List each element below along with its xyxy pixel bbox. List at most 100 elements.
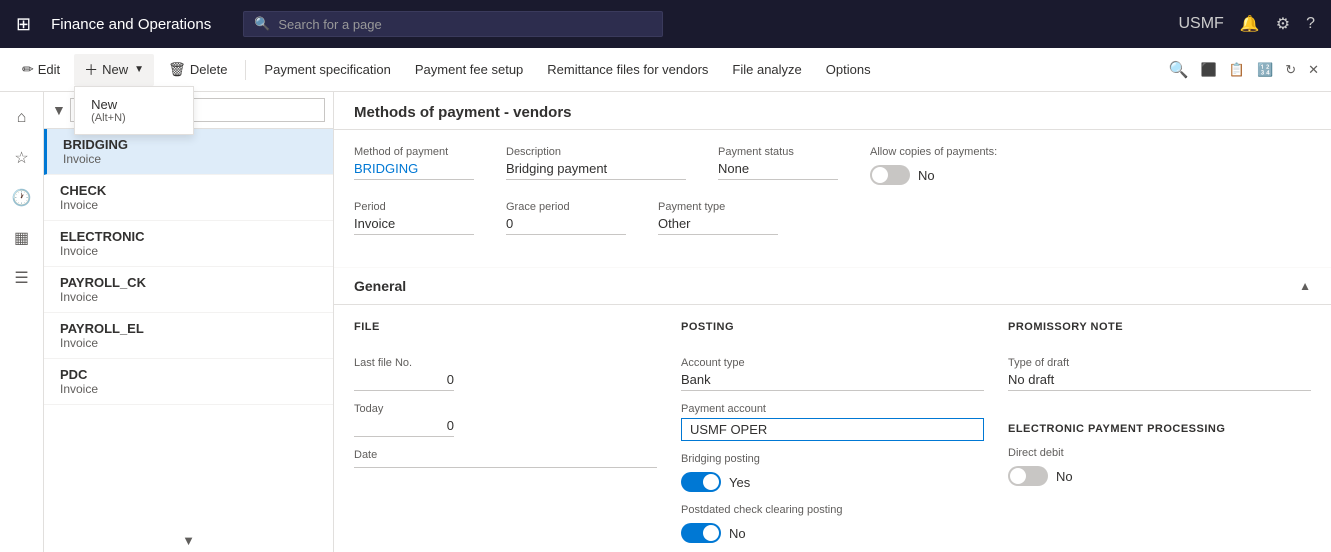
- period-label: Period: [354, 201, 474, 213]
- direct-debit-toggle[interactable]: [1008, 466, 1048, 486]
- electronic-section-title: ELECTRONIC PAYMENT PROCESSING: [1008, 423, 1311, 435]
- search-input[interactable]: [278, 17, 652, 32]
- grace-period-value: 0: [506, 216, 626, 235]
- delete-icon: 🗑: [168, 61, 186, 78]
- list-panel: ▼ BRIDGING Invoice CHECK Invoice ELECTRO…: [44, 92, 334, 552]
- left-sidebar-icons: ⌂ ☆ 🕐 ▦ ☰: [0, 92, 44, 552]
- detail-panel: Methods of payment - vendors Method of p…: [334, 92, 1331, 552]
- payment-spec-button[interactable]: Payment specification: [254, 56, 400, 83]
- list-item[interactable]: ELECTRONIC Invoice: [44, 221, 333, 267]
- payment-fee-label: Payment fee setup: [415, 62, 523, 77]
- item-sub: Invoice: [60, 290, 321, 304]
- options-button[interactable]: Options: [816, 56, 881, 83]
- right-column: PROMISSORY NOTE Type of draft No draft E…: [1008, 321, 1311, 552]
- modules-icon[interactable]: ☰: [4, 260, 40, 296]
- app-title: Finance and Operations: [51, 16, 211, 33]
- home-icon[interactable]: ⌂: [4, 100, 40, 136]
- payment-spec-label: Payment specification: [264, 62, 390, 77]
- favorites-icon[interactable]: ☆: [4, 140, 40, 176]
- app-grid-icon[interactable]: ⊞: [16, 14, 31, 35]
- plus-icon: ＋: [84, 60, 98, 80]
- cmd-search-icon[interactable]: 🔍: [1169, 60, 1189, 80]
- main-layout: ⌂ ☆ 🕐 ▦ ☰ ▼ BRIDGING Invoice CHECK Invoi…: [0, 92, 1331, 552]
- list-item[interactable]: PAYROLL_EL Invoice: [44, 313, 333, 359]
- today-group: Today 0: [354, 403, 657, 437]
- description-value: Bridging payment: [506, 161, 686, 180]
- workspaces-icon[interactable]: ▦: [4, 220, 40, 256]
- edit-button[interactable]: ✏ Edit: [12, 55, 70, 84]
- item-sub: Invoice: [60, 382, 321, 396]
- payment-account-value[interactable]: USMF OPER: [681, 418, 984, 441]
- filter-icon[interactable]: ▼: [52, 102, 66, 118]
- bridging-posting-text: Yes: [729, 475, 750, 490]
- method-of-payment-value[interactable]: BRIDGING: [354, 161, 474, 180]
- period-value: Invoice: [354, 216, 474, 235]
- account-type-group: Account type Bank: [681, 357, 984, 391]
- bridging-posting-group: Bridging posting Yes: [681, 453, 984, 492]
- detail-title: Methods of payment - vendors: [354, 104, 1311, 121]
- item-name: BRIDGING: [63, 137, 321, 152]
- top-fields-section: Method of payment BRIDGING Description B…: [334, 130, 1331, 267]
- payment-status-value: None: [718, 161, 838, 180]
- list-item[interactable]: PAYROLL_CK Invoice: [44, 267, 333, 313]
- list-item[interactable]: PDC Invoice: [44, 359, 333, 405]
- method-of-payment-group: Method of payment BRIDGING: [354, 146, 474, 185]
- description-group: Description Bridging payment: [506, 146, 686, 185]
- date-value[interactable]: [354, 464, 657, 468]
- delete-button[interactable]: 🗑 Delete: [158, 55, 237, 84]
- notification-icon[interactable]: 🔔: [1240, 14, 1260, 34]
- command-bar: ✏ Edit ＋ New ▼ New (Alt+N) 🗑 Delete Paym…: [0, 48, 1331, 92]
- refresh-icon[interactable]: ↻: [1285, 62, 1296, 78]
- general-section-title[interactable]: General ▲: [334, 268, 1331, 305]
- file-column: FILE Last file No. 0 Today 0 Date: [354, 321, 657, 552]
- date-label: Date: [354, 449, 657, 461]
- direct-debit-toggle-row: No: [1008, 466, 1311, 486]
- recent-icon[interactable]: 🕐: [4, 180, 40, 216]
- today-value: 0: [354, 418, 454, 437]
- copy-icon[interactable]: 📋: [1229, 62, 1245, 78]
- postdated-toggle[interactable]: [681, 523, 721, 543]
- bridging-posting-toggle[interactable]: [681, 472, 721, 492]
- method-of-payment-label: Method of payment: [354, 146, 474, 158]
- list-item[interactable]: CHECK Invoice: [44, 175, 333, 221]
- general-title-label: General: [354, 278, 406, 294]
- top-nav: ⊞ Finance and Operations 🔍 USMF 🔔 ⚙ ?: [0, 0, 1331, 48]
- postdated-toggle-row: No: [681, 523, 984, 543]
- payment-status-group: Payment status None: [718, 146, 838, 185]
- item-sub: Invoice: [60, 198, 321, 212]
- cmd-separator: [245, 60, 246, 80]
- direct-debit-text: No: [1056, 469, 1073, 484]
- edit-icon: ✏: [22, 61, 34, 78]
- bridging-posting-toggle-row: Yes: [681, 472, 984, 492]
- remittance-button[interactable]: Remittance files for vendors: [537, 56, 718, 83]
- promissory-section-title: PROMISSORY NOTE: [1008, 321, 1311, 333]
- period-group: Period Invoice: [354, 201, 474, 235]
- payment-account-label: Payment account: [681, 403, 984, 415]
- allow-copies-text: No: [918, 168, 935, 183]
- bridging-posting-label: Bridging posting: [681, 453, 984, 465]
- full-screen-icon[interactable]: ⬛: [1201, 62, 1217, 78]
- new-shortcut: (Alt+N): [91, 112, 177, 124]
- detail-header: Methods of payment - vendors: [334, 92, 1331, 130]
- file-analyze-button[interactable]: File analyze: [722, 56, 811, 83]
- item-name: PDC: [60, 367, 321, 382]
- new-dropdown: New (Alt+N): [74, 86, 194, 135]
- new-button[interactable]: ＋ New ▼: [74, 54, 154, 86]
- search-icon: 🔍: [254, 16, 270, 32]
- type-of-draft-label: Type of draft: [1008, 357, 1311, 369]
- list-item[interactable]: BRIDGING Invoice: [44, 129, 333, 175]
- allow-copies-label: Allow copies of payments:: [870, 146, 997, 158]
- close-icon[interactable]: ✕: [1308, 62, 1319, 78]
- nav-right: USMF 🔔 ⚙ ?: [1179, 14, 1316, 34]
- payment-fee-button[interactable]: Payment fee setup: [405, 56, 533, 83]
- scroll-down-btn[interactable]: ▼: [44, 529, 333, 552]
- allow-copies-toggle[interactable]: [870, 165, 910, 185]
- allow-copies-group: Allow copies of payments: No: [870, 146, 997, 185]
- help-icon[interactable]: ?: [1306, 15, 1315, 33]
- counter-icon[interactable]: 🔢: [1257, 62, 1273, 78]
- last-file-value: 0: [354, 372, 454, 391]
- settings-icon[interactable]: ⚙: [1276, 14, 1290, 34]
- remittance-label: Remittance files for vendors: [547, 62, 708, 77]
- today-label: Today: [354, 403, 657, 415]
- new-dropdown-item[interactable]: New (Alt+N): [75, 91, 193, 130]
